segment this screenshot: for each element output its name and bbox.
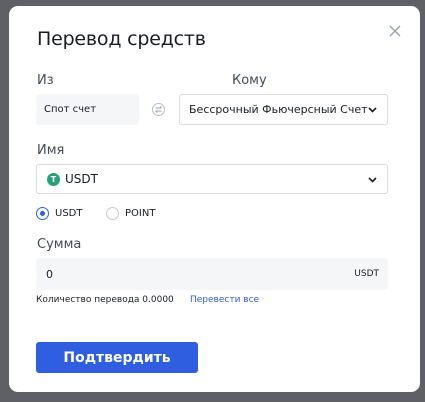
radio-selected-indicator (36, 207, 49, 220)
from-label: Из (37, 73, 54, 88)
usdt-coin-icon: T (47, 173, 60, 186)
radio-unselected-indicator (106, 207, 119, 220)
chevron-down-icon (367, 174, 378, 185)
transfer-quantity-text: Количество перевода 0.0000 (36, 295, 174, 305)
radio-usdt[interactable]: USDT (36, 207, 96, 221)
amount-input[interactable] (36, 258, 336, 290)
to-label: Кому (232, 73, 267, 88)
radio-usdt-label: USDT (55, 208, 83, 219)
coin-select-value: USDT (65, 172, 98, 186)
radio-point[interactable]: POINT (106, 207, 176, 221)
to-account-select[interactable]: Бессрочный Фьючерсный Счет (179, 94, 388, 125)
transfer-all-link[interactable]: Перевести все (190, 295, 259, 305)
modal-title: Перевод средств (37, 28, 206, 50)
name-label: Имя (37, 143, 65, 158)
transfer-modal: Перевод средств Из Кому Спот счет Бессро… (9, 6, 420, 392)
amount-unit: USDT (354, 269, 379, 279)
radio-point-label: POINT (125, 208, 156, 219)
coin-select[interactable]: T USDT (36, 164, 388, 194)
chevron-down-icon (367, 104, 378, 115)
from-account-field: Спот счет (36, 94, 139, 125)
amount-field: USDT (36, 258, 388, 290)
close-icon[interactable] (388, 24, 402, 38)
swap-icon[interactable] (152, 103, 165, 116)
to-account-value: Бессрочный Фьючерсный Счет (189, 103, 368, 116)
amount-label: Сумма (37, 237, 82, 252)
confirm-button[interactable]: Подтвердить (36, 342, 198, 373)
